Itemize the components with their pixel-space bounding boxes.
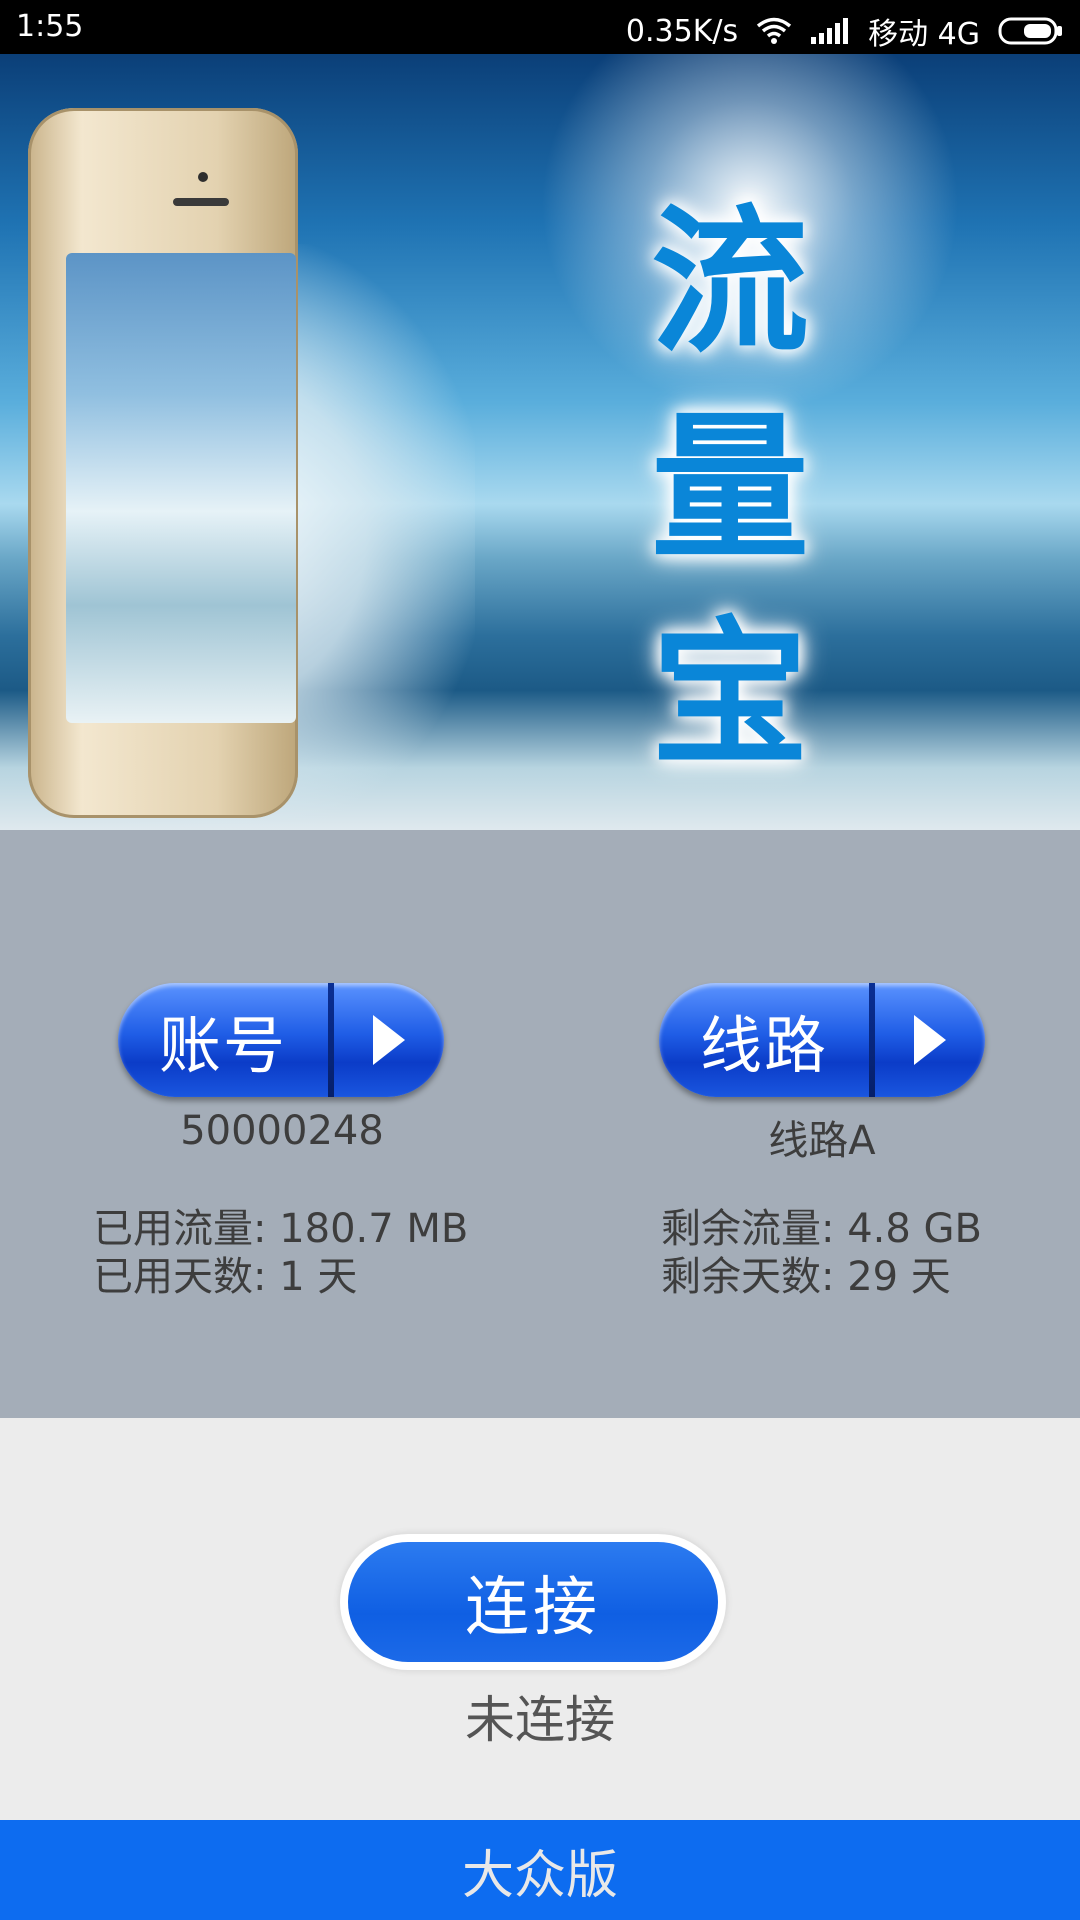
used-days: 已用天数: 1 天: [93, 1254, 358, 1300]
play-arrow-icon: [334, 1011, 444, 1069]
account-button[interactable]: 账号: [118, 983, 444, 1097]
phone-screen: [66, 253, 296, 723]
battery-icon: [998, 16, 1064, 46]
carrier-label: 移动 4G: [868, 17, 980, 52]
route-name: 线路A: [768, 1118, 876, 1164]
edition-label: 大众版: [461, 1845, 618, 1906]
banner-title: 流 量 宝: [645, 204, 815, 774]
status-right-group: 0.35K/s 移动 4G: [626, 9, 1064, 53]
phone-camera: [198, 172, 208, 182]
remaining-days: 剩余天数: 29 天: [661, 1254, 951, 1300]
banner-title-char: 宝: [651, 603, 809, 787]
connect-button[interactable]: 连接: [340, 1534, 726, 1670]
wifi-icon: [756, 17, 792, 45]
status-bar: 1:55 0.35K/s 移动 4G: [0, 0, 1080, 54]
account-number: 50000248: [180, 1108, 384, 1154]
phone-speaker: [173, 198, 229, 206]
phone-illustration: [28, 108, 298, 818]
edition-bar[interactable]: 大众版: [0, 1820, 1080, 1920]
promo-banner: 流 量 宝: [0, 54, 1080, 830]
route-button-label: 线路: [699, 1009, 828, 1082]
signal-icon: [810, 17, 850, 45]
play-arrow-icon: [875, 1011, 985, 1069]
banner-title-char: 流: [651, 191, 809, 375]
connection-status: 未连接: [465, 1691, 615, 1749]
connect-button-face: 连接: [348, 1542, 718, 1662]
account-button-label: 账号: [158, 1009, 287, 1082]
info-panel: 账号 50000248 线路 线路A 已用流量: 180.7 MB 已用天数: …: [0, 830, 1080, 1418]
status-time: 1:55: [16, 9, 84, 44]
net-speed: 0.35K/s: [625, 13, 739, 49]
banner-title-char: 量: [651, 397, 809, 581]
connect-area: 连接 未连接: [0, 1418, 1080, 1820]
route-button[interactable]: 线路: [659, 983, 985, 1097]
